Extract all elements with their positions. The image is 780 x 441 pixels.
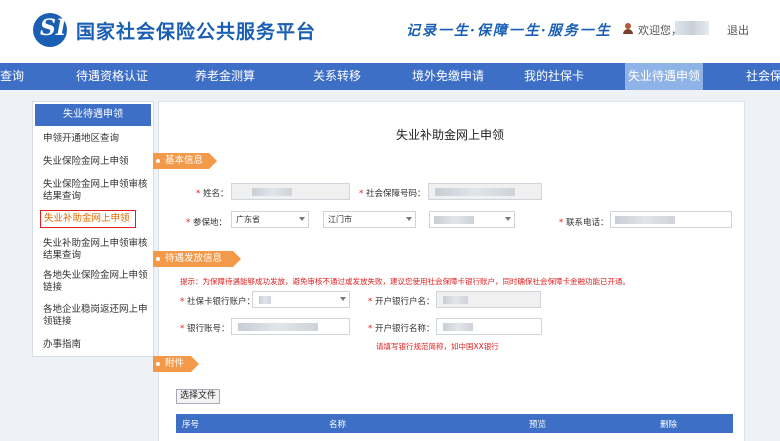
- chevron-down-icon: [406, 217, 412, 221]
- phone-field[interactable]: [610, 211, 732, 228]
- main-nav: 查询 待遇资格认证 养老金测算 关系转移 境外免缴申请 我的社保卡 失业待遇申领…: [0, 63, 780, 90]
- bank-account-field[interactable]: [231, 318, 350, 335]
- username-redacted: [675, 21, 709, 35]
- ssn-label-text: 社会保障号码：: [365, 189, 426, 199]
- nav-item-pension-calc[interactable]: 养老金测算: [180, 63, 270, 90]
- section-payout-info: 待遇发放信息: [153, 251, 241, 267]
- section-attachment-label: 附件: [165, 358, 185, 369]
- sidebar-item-subsidy-result[interactable]: 失业补助金网上申领审核结果查询: [43, 238, 149, 262]
- province-select[interactable]: 广东省: [231, 211, 309, 228]
- site-title[interactable]: 国家社会保险公共服务平台: [76, 17, 316, 44]
- sidebar-item-subsidy-apply[interactable]: 失业补助金网上申领: [40, 210, 136, 228]
- col-name: 名称: [329, 420, 347, 430]
- nav-item-unemployment[interactable]: 失业待遇申领: [625, 63, 703, 90]
- sidebar: 失业待遇申领 申领开通地区查询 失业保险金网上申领 失业保险金网上申领审核结果查…: [32, 101, 154, 357]
- nav-item-qualification[interactable]: 待遇资格认证: [62, 63, 162, 90]
- user-icon: [623, 23, 633, 34]
- chevron-down-icon: [299, 217, 305, 221]
- nav-item-my-card[interactable]: 我的社保卡: [513, 63, 595, 90]
- city-value: 江门市: [328, 215, 352, 224]
- card-account-label-text: 社保卡银行账户：: [186, 297, 255, 307]
- section-attachment: 附件: [153, 356, 199, 372]
- nav-item-query[interactable]: 查询: [0, 63, 32, 90]
- phone-label: * 联系电话：: [559, 218, 609, 228]
- name-field[interactable]: [231, 183, 350, 200]
- sidebar-item-insurance-result[interactable]: 失业保险金网上申领审核结果查询: [43, 179, 149, 203]
- section-basic-info: 基本信息: [153, 153, 217, 169]
- card-account-select[interactable]: [252, 291, 350, 308]
- sidebar-item-stability-links[interactable]: 各地企业稳岗返还网上申领链接: [43, 304, 149, 328]
- name-label: * 姓名：: [196, 189, 229, 199]
- payout-hint: 提示：为保障待遇能够成功发放，避免审核不通过或发放失败，建议您使用社会保障卡银行…: [180, 277, 630, 286]
- ssn-field[interactable]: [428, 183, 542, 200]
- section-payout-label: 待遇发放信息: [165, 253, 223, 264]
- card-account-label: * 社保卡银行账户：: [180, 297, 255, 307]
- chevron-down-icon: [340, 297, 346, 301]
- page-title: 失业补助金网上申领: [396, 128, 505, 142]
- bank-account-label: * 银行账号：: [180, 324, 230, 334]
- site-slogan: 记录一生·保障一生·服务一生: [406, 23, 612, 39]
- site-header: SI 国家社会保险公共服务平台 记录一生·保障一生·服务一生 欢迎您， 退出: [0, 0, 780, 63]
- district-select[interactable]: [429, 211, 515, 228]
- bank-name-hint: 请填写银行规范简称，如中国XX银行: [376, 342, 499, 351]
- bank-account-label-text: 银行账号：: [186, 324, 230, 334]
- chevron-down-icon: [505, 217, 511, 221]
- account-holder-label: * 开户银行户名：: [368, 297, 435, 307]
- sidebar-item-local-links[interactable]: 各地失业保险金网上申领链接: [43, 270, 149, 294]
- name-label-text: 姓名：: [202, 189, 229, 199]
- sidebar-item-guide[interactable]: 办事指南: [43, 339, 149, 351]
- sidebar-item-open-regions[interactable]: 申领开通地区查询: [43, 133, 149, 145]
- nav-item-overseas[interactable]: 境外免缴申请: [398, 63, 498, 90]
- insured-place-label: * 参保地：: [186, 218, 227, 228]
- nav-item-social[interactable]: 社会保: [746, 63, 780, 90]
- attachment-table-header: 序号 名称 预览 删除: [176, 414, 733, 433]
- bank-name-field[interactable]: [436, 318, 542, 335]
- city-select[interactable]: 江门市: [323, 211, 416, 228]
- logout-link[interactable]: 退出: [727, 22, 749, 38]
- sidebar-heading: 失业待遇申领: [35, 104, 151, 126]
- bank-name-label: * 开户银行名称：: [368, 324, 435, 334]
- ssn-label: * 社会保障号码：: [359, 189, 426, 199]
- section-basic-label: 基本信息: [165, 155, 204, 166]
- sidebar-item-insurance-apply[interactable]: 失业保险金网上申领: [43, 156, 149, 168]
- col-delete: 删除: [660, 420, 678, 430]
- insured-place-label-text: 参保地：: [192, 218, 227, 228]
- province-value: 广东省: [236, 215, 260, 224]
- main-panel: [158, 101, 745, 441]
- choose-file-button[interactable]: 选择文件: [176, 389, 220, 404]
- col-index: 序号: [182, 420, 200, 430]
- si-logo-icon[interactable]: SI: [33, 13, 67, 47]
- account-holder-label-text: 开户银行户名：: [374, 297, 435, 307]
- nav-item-transfer[interactable]: 关系转移: [292, 63, 382, 90]
- account-holder-field[interactable]: [436, 291, 541, 308]
- bank-name-label-text: 开户银行名称：: [374, 324, 435, 334]
- col-preview: 预览: [529, 420, 547, 430]
- phone-label-text: 联系电话：: [565, 218, 609, 228]
